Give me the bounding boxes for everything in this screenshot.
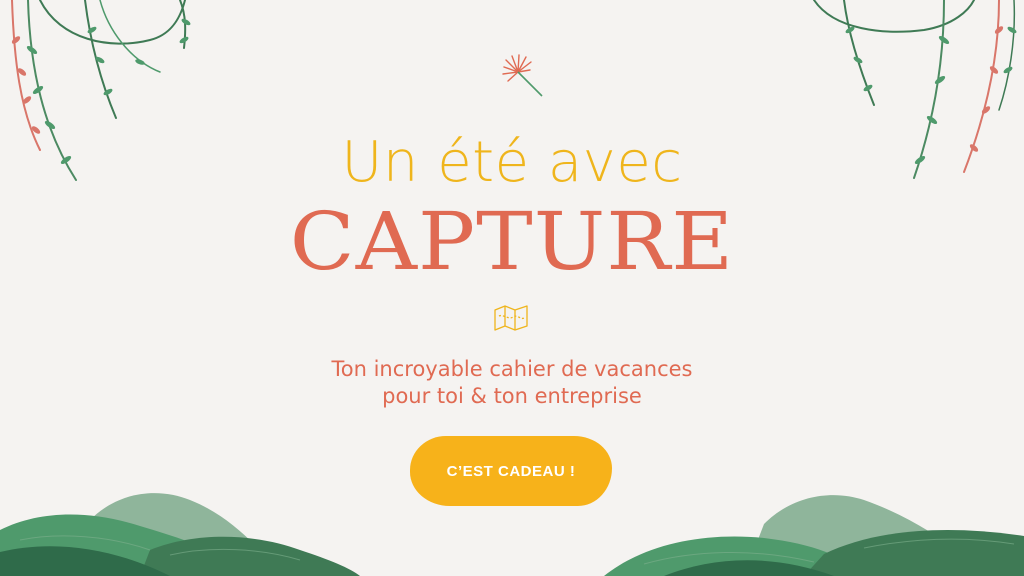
headline-line1: Un été avec: [341, 130, 683, 195]
subtitle: Ton incroyable cahier de vacances pour t…: [0, 356, 1024, 410]
subtitle-line2: pour toi & ton entreprise: [382, 384, 642, 408]
green-hills-left-illustration: [0, 493, 360, 576]
subtitle-line1: Ton incroyable cahier de vacances: [331, 357, 693, 381]
headline-brand: CAPTURE: [289, 195, 735, 288]
cest-cadeau-button[interactable]: C’EST CADEAU !: [410, 436, 612, 506]
map-icon: [494, 305, 528, 331]
dandelion-icon: [502, 54, 543, 97]
green-hills-right-illustration: [604, 495, 1024, 576]
